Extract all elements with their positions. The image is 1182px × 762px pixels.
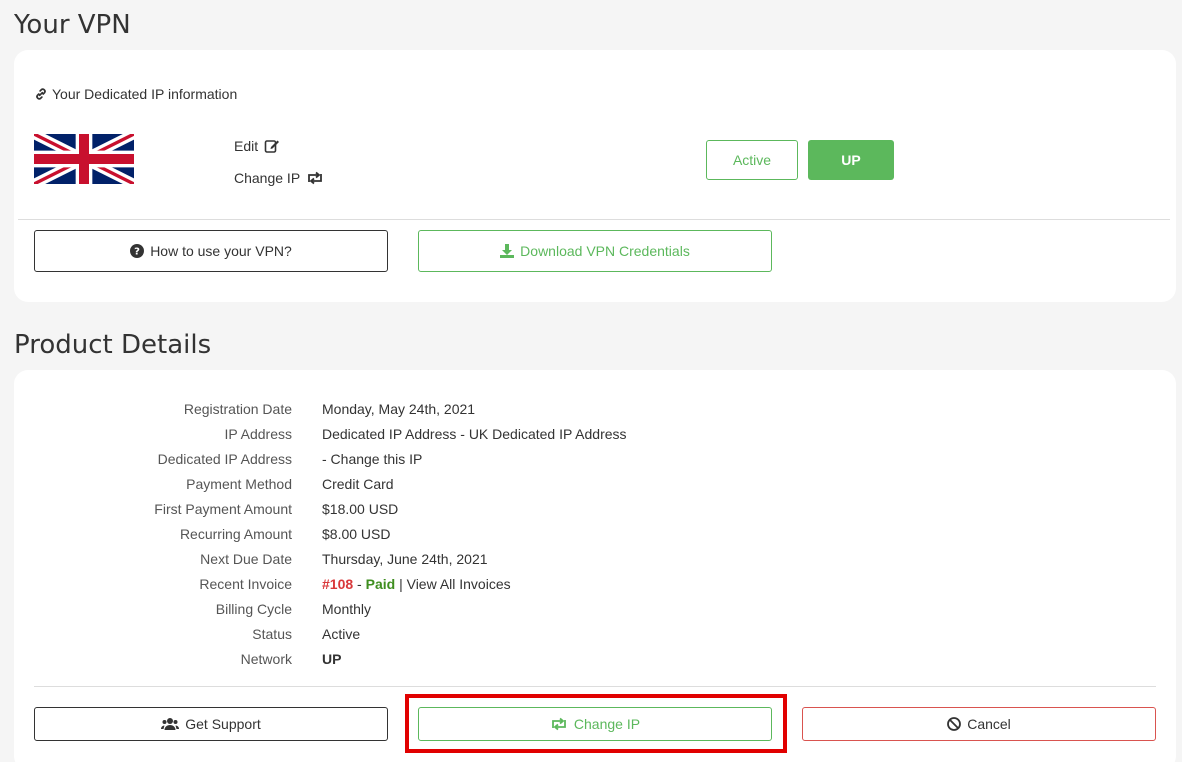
detail-row-payment-method: Payment Method Credit Card xyxy=(14,471,714,496)
ip-info-label: Your Dedicated IP information xyxy=(52,86,238,102)
cancel-label: Cancel xyxy=(967,716,1011,732)
edit-icon xyxy=(264,138,280,154)
detail-value: $8.00 USD xyxy=(322,525,391,542)
ban-icon xyxy=(947,717,962,731)
detail-row-network: Network UP xyxy=(14,646,714,671)
change-ip-link[interactable]: Change IP xyxy=(234,170,324,186)
change-ip-button[interactable]: Change IP xyxy=(418,707,772,741)
invoice-separator: - xyxy=(353,575,366,592)
product-details-card: Registration Date Monday, May 24th, 2021… xyxy=(14,370,1176,762)
status-up-badge: UP xyxy=(808,140,894,180)
change-ip-label: Change IP xyxy=(234,170,301,186)
detail-label: Dedicated IP Address xyxy=(157,450,292,467)
detail-value: #108 - Paid | View All Invoices xyxy=(322,576,511,592)
details-list: Registration Date Monday, May 24th, 2021… xyxy=(14,396,714,671)
detail-label: Billing Cycle xyxy=(215,600,292,617)
vpn-card: Your Dedicated IP information Edit Chang… xyxy=(14,50,1176,302)
question-circle-icon: ? xyxy=(130,244,145,258)
detail-label: Network xyxy=(240,650,292,667)
detail-label: First Payment Amount xyxy=(154,500,292,517)
detail-label: Recent Invoice xyxy=(199,575,292,592)
details-divider xyxy=(34,686,1156,687)
download-credentials-button[interactable]: Download VPN Credentials xyxy=(418,230,772,272)
retweet-icon xyxy=(550,717,568,731)
change-this-ip-link[interactable]: - Change this IP xyxy=(322,451,422,467)
detail-value: Active xyxy=(322,625,361,642)
detail-value: Monday, May 24th, 2021 xyxy=(322,400,476,417)
detail-label: Recurring Amount xyxy=(179,525,292,542)
view-all-invoices-link[interactable]: | View All Invoices xyxy=(395,576,511,592)
detail-label: IP Address xyxy=(224,425,292,442)
download-label: Download VPN Credentials xyxy=(520,243,690,259)
retweet-icon xyxy=(306,171,324,185)
product-details-title: Product Details xyxy=(14,330,212,360)
how-to-use-label: How to use your VPN? xyxy=(150,243,292,259)
download-icon xyxy=(500,244,515,258)
how-to-use-vpn-button[interactable]: ? How to use your VPN? xyxy=(34,230,388,272)
status-active-badge: Active xyxy=(706,140,798,180)
detail-label: Next Due Date xyxy=(200,550,292,567)
detail-label: Payment Method xyxy=(186,475,292,492)
detail-row-first-payment: First Payment Amount $18.00 USD xyxy=(14,496,714,521)
get-support-button[interactable]: Get Support xyxy=(34,707,388,741)
detail-row-recent-invoice: Recent Invoice #108 - Paid | View All In… xyxy=(14,571,714,596)
invoice-number-link[interactable]: #108 xyxy=(322,576,353,592)
network-status: UP xyxy=(322,650,342,667)
detail-value: Credit Card xyxy=(322,475,394,492)
detail-row-next-due-date: Next Due Date Thursday, June 24th, 2021 xyxy=(14,546,714,571)
edit-label: Edit xyxy=(234,138,259,154)
detail-row-recurring-amount: Recurring Amount $8.00 USD xyxy=(14,521,714,546)
edit-link[interactable]: Edit xyxy=(234,138,280,154)
cancel-button[interactable]: Cancel xyxy=(802,707,1156,741)
detail-row-billing-cycle: Billing Cycle Monthly xyxy=(14,596,714,621)
vpn-divider xyxy=(18,219,1170,220)
detail-value: Thursday, June 24th, 2021 xyxy=(322,550,488,567)
detail-label: Registration Date xyxy=(183,400,292,417)
get-support-label: Get Support xyxy=(185,716,261,732)
detail-row-ip-address: IP Address Dedicated IP Address - UK Ded… xyxy=(14,421,714,446)
svg-text:?: ? xyxy=(134,247,140,258)
uk-flag-icon xyxy=(34,134,134,184)
detail-value: $18.00 USD xyxy=(322,500,399,517)
detail-label: Status xyxy=(252,625,292,642)
detail-value: Monthly xyxy=(322,600,372,617)
invoice-status: Paid xyxy=(365,575,396,592)
detail-value: Dedicated IP Address - UK Dedicated IP A… xyxy=(322,425,627,442)
vpn-section-title: Your VPN xyxy=(14,10,131,40)
users-icon xyxy=(161,717,180,731)
detail-row-dedicated-ip: Dedicated IP Address - Change this IP xyxy=(14,446,714,471)
change-ip-button-label: Change IP xyxy=(573,716,641,732)
ip-info-heading: Your Dedicated IP information xyxy=(34,86,237,102)
link-icon xyxy=(34,87,48,101)
detail-row-registration-date: Registration Date Monday, May 24th, 2021 xyxy=(14,396,714,421)
detail-row-status: Status Active xyxy=(14,621,714,646)
